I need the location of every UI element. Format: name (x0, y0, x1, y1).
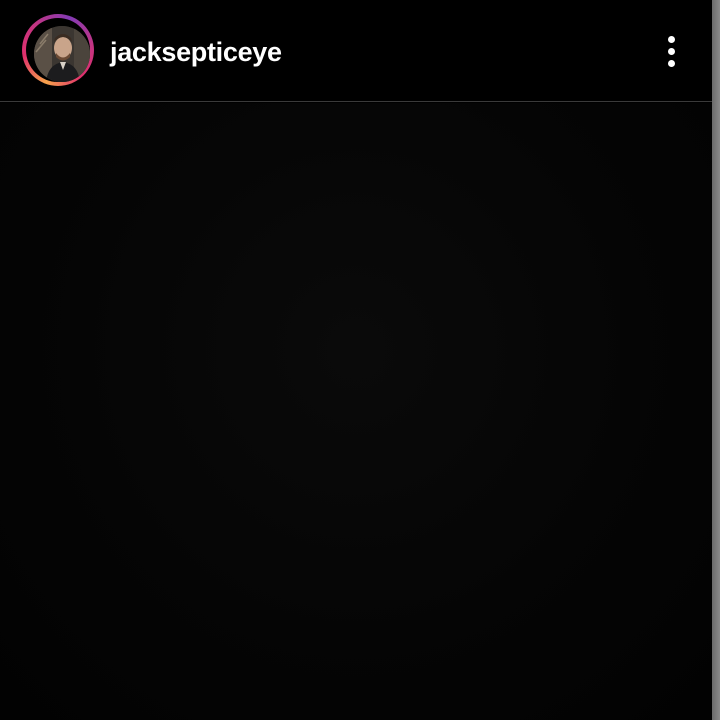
more-options-button[interactable] (652, 28, 692, 74)
story-ring[interactable] (22, 14, 94, 86)
post-media[interactable] (0, 103, 712, 720)
avatar[interactable] (34, 26, 90, 82)
instagram-post-screen: jacksepticeye (0, 0, 720, 720)
profile-photo-icon (34, 26, 90, 82)
scrollbar[interactable] (712, 0, 720, 720)
more-vertical-icon (668, 36, 675, 43)
username[interactable]: jacksepticeye (110, 32, 282, 72)
post-header: jacksepticeye (0, 0, 712, 102)
